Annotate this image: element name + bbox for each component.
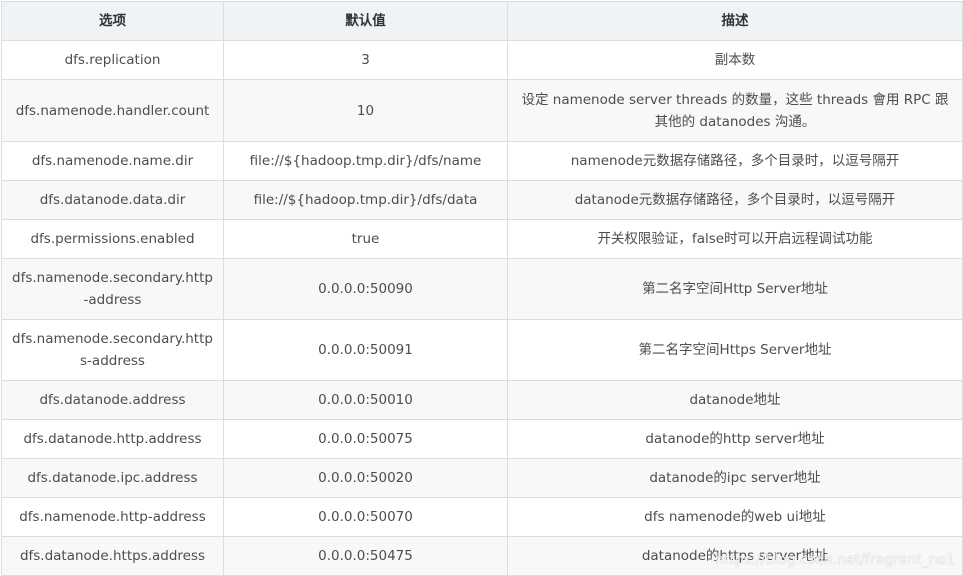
description-cell: namenode元数据存储路径，多个目录时，以逗号隔开 bbox=[507, 141, 963, 181]
table-row: dfs.namenode.secondary.http-address 0.0.… bbox=[1, 258, 963, 320]
table-row: dfs.datanode.https.address 0.0.0.0:50475… bbox=[1, 536, 963, 576]
option-cell: dfs.namenode.name.dir bbox=[1, 141, 224, 181]
table-row: dfs.namenode.secondary.https-address 0.0… bbox=[1, 319, 963, 381]
table-header-row: 选项 默认值 描述 bbox=[1, 1, 963, 41]
option-cell: dfs.datanode.ipc.address bbox=[1, 458, 224, 498]
description-cell: 开关权限验证，false时可以开启远程调试功能 bbox=[507, 219, 963, 259]
description-cell: datanode的ipc server地址 bbox=[507, 458, 963, 498]
description-cell: datanode元数据存储路径，多个目录时，以逗号隔开 bbox=[507, 180, 963, 220]
table-row: dfs.datanode.http.address 0.0.0.0:50075 … bbox=[1, 419, 963, 459]
option-cell: dfs.namenode.secondary.https-address bbox=[1, 319, 224, 381]
default-cell: true bbox=[223, 219, 508, 259]
table-row: dfs.permissions.enabled true 开关权限验证，fals… bbox=[1, 219, 963, 259]
default-cell: 0.0.0.0:50091 bbox=[223, 319, 508, 381]
table-row: dfs.namenode.handler.count 10 设定 namenod… bbox=[1, 79, 963, 142]
default-cell: 0.0.0.0:50475 bbox=[223, 536, 508, 576]
default-cell: file://${hadoop.tmp.dir}/dfs/data bbox=[223, 180, 508, 220]
table-row: dfs.datanode.address 0.0.0.0:50010 datan… bbox=[1, 380, 963, 420]
description-cell: 副本数 bbox=[507, 40, 963, 80]
header-option: 选项 bbox=[1, 1, 224, 41]
description-cell: datanode的https server地址 bbox=[507, 536, 963, 576]
option-cell: dfs.replication bbox=[1, 40, 224, 80]
option-cell: dfs.datanode.https.address bbox=[1, 536, 224, 576]
option-cell: dfs.namenode.secondary.http-address bbox=[1, 258, 224, 320]
description-cell: datanode的http server地址 bbox=[507, 419, 963, 459]
option-cell: dfs.datanode.address bbox=[1, 380, 224, 420]
table-row: dfs.namenode.name.dir file://${hadoop.tm… bbox=[1, 141, 963, 181]
default-cell: 0.0.0.0:50090 bbox=[223, 258, 508, 320]
table-row: dfs.datanode.ipc.address 0.0.0.0:50020 d… bbox=[1, 458, 963, 498]
table-row: dfs.datanode.data.dir file://${hadoop.tm… bbox=[1, 180, 963, 220]
header-default-value: 默认值 bbox=[223, 1, 508, 41]
default-cell: 0.0.0.0:50010 bbox=[223, 380, 508, 420]
default-cell: 3 bbox=[223, 40, 508, 80]
description-cell: 设定 namenode server threads 的数量，这些 thread… bbox=[507, 79, 963, 142]
default-cell: 10 bbox=[223, 79, 508, 142]
option-cell: dfs.namenode.handler.count bbox=[1, 79, 224, 142]
option-cell: dfs.namenode.http-address bbox=[1, 497, 224, 537]
description-cell: datanode地址 bbox=[507, 380, 963, 420]
option-cell: dfs.permissions.enabled bbox=[1, 219, 224, 259]
config-table: 选项 默认值 描述 dfs.replication 3 副本数 dfs.name… bbox=[1, 1, 963, 576]
default-cell: 0.0.0.0:50075 bbox=[223, 419, 508, 459]
table-row: dfs.replication 3 副本数 bbox=[1, 40, 963, 80]
option-cell: dfs.datanode.http.address bbox=[1, 419, 224, 459]
description-cell: 第二名字空间Http Server地址 bbox=[507, 258, 963, 320]
default-cell: 0.0.0.0:50020 bbox=[223, 458, 508, 498]
default-cell: 0.0.0.0:50070 bbox=[223, 497, 508, 537]
default-cell: file://${hadoop.tmp.dir}/dfs/name bbox=[223, 141, 508, 181]
option-cell: dfs.datanode.data.dir bbox=[1, 180, 224, 220]
header-description: 描述 bbox=[507, 1, 963, 41]
table-row: dfs.namenode.http-address 0.0.0.0:50070 … bbox=[1, 497, 963, 537]
description-cell: 第二名字空间Https Server地址 bbox=[507, 319, 963, 381]
description-cell: dfs namenode的web ui地址 bbox=[507, 497, 963, 537]
